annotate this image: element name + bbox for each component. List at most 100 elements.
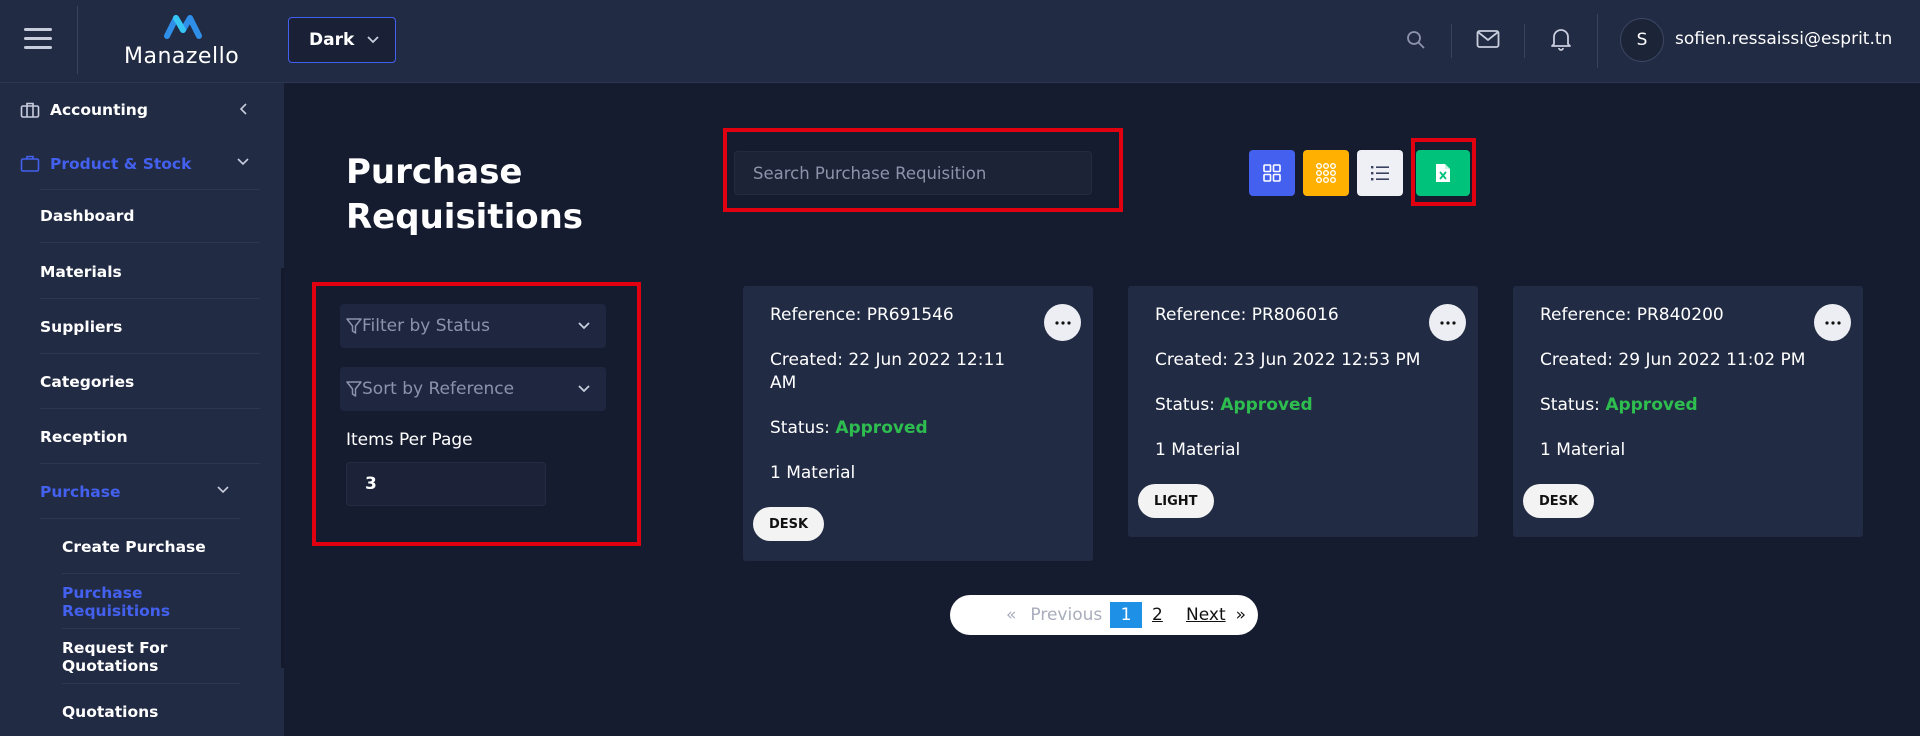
card-status: Status: Approved <box>770 418 928 438</box>
avatar[interactable]: S <box>1620 18 1664 62</box>
pagination-page-2[interactable]: 2 <box>1152 595 1163 635</box>
card-materials: 1 Material <box>770 463 856 483</box>
card-reference: Reference: PR691546 <box>770 305 954 325</box>
apps-icon <box>1316 163 1336 183</box>
chevron-down-icon <box>237 158 249 166</box>
sidebar-item-label: Reception <box>40 427 128 446</box>
export-excel-button[interactable] <box>1416 150 1470 196</box>
sidebar-item-label: Categories <box>40 372 135 391</box>
top-header: Manazello Dark S sofien.ressaissi@esprit… <box>0 0 1920 83</box>
chevron-down-icon <box>217 486 229 494</box>
card-created: Created: 22 Jun 2022 12:11 <box>770 350 1006 370</box>
mail-icon[interactable] <box>1476 29 1500 49</box>
card-reference: Reference: PR840200 <box>1540 305 1724 325</box>
bell-icon[interactable] <box>1550 27 1572 51</box>
more-options-button[interactable] <box>1429 304 1466 341</box>
filter-icon <box>346 381 362 397</box>
chevron-down-icon <box>578 385 590 393</box>
sidebar-item-label: Accounting <box>50 101 148 119</box>
search-icon[interactable] <box>1406 30 1426 50</box>
pagination-next-label: Next <box>1186 605 1226 625</box>
sidebar-item-materials[interactable]: Materials <box>40 245 260 299</box>
status-badge: Approved <box>1220 395 1313 415</box>
status-badge: Approved <box>1605 395 1698 415</box>
page-title-line-2: Requisitions <box>346 197 584 237</box>
more-icon <box>1054 320 1071 325</box>
sidebar-item-request-for-quotations[interactable]: Request For Quotations <box>62 630 240 684</box>
chevron-down-icon <box>578 322 590 330</box>
sidebar-item-label: Purchase <box>40 482 121 501</box>
more-options-button[interactable] <box>1044 304 1081 341</box>
sidebar-item-label: Product & Stock <box>50 155 192 173</box>
list-icon <box>1371 166 1389 181</box>
more-options-button[interactable] <box>1814 304 1851 341</box>
sidebar-item-label: Suppliers <box>40 317 123 336</box>
grid-view-button[interactable] <box>1249 150 1295 196</box>
header-divider <box>1597 14 1598 68</box>
apps-view-button[interactable] <box>1303 150 1349 196</box>
page-title-line-1: Purchase <box>346 152 523 192</box>
card-status-label: Status: <box>1540 395 1606 415</box>
sidebar-item-label: Quotations <box>62 703 159 721</box>
header-divider <box>1524 24 1525 58</box>
requisition-card[interactable]: Reference: PR806016 Created: 23 Jun 2022… <box>1128 286 1478 537</box>
sidebar-item-categories[interactable]: Categories <box>40 355 260 409</box>
sidebar-item-purchase-requisitions[interactable]: Purchase Requisitions <box>62 575 240 629</box>
sidebar-item-suppliers[interactable]: Suppliers <box>40 300 260 354</box>
card-created: Created: 29 Jun 2022 11:02 PM <box>1540 350 1806 370</box>
excel-icon <box>1436 164 1450 182</box>
sort-reference-select[interactable]: Sort by Reference <box>340 367 606 411</box>
pagination-next-symbol: » <box>1235 605 1247 625</box>
sidebar-scrollbar[interactable] <box>281 268 284 668</box>
theme-select-value: Dark <box>309 30 355 50</box>
more-icon <box>1439 320 1456 325</box>
sidebar-item-accounting[interactable]: Accounting <box>20 83 260 137</box>
sidebar-item-dashboard[interactable]: Dashboard <box>40 189 260 243</box>
sort-reference-label: Sort by Reference <box>362 379 515 399</box>
chevron-down-icon <box>367 36 379 44</box>
pagination-previous[interactable]: « Previous <box>1006 595 1102 635</box>
sidebar-item-reception[interactable]: Reception <box>40 410 260 464</box>
header-divider <box>77 6 78 74</box>
logo[interactable]: Manazello <box>120 10 250 70</box>
theme-select[interactable]: Dark <box>288 17 396 63</box>
sidebar-item-product-stock[interactable]: Product & Stock <box>20 137 260 191</box>
sidebar-item-quotations[interactable]: Quotations <box>62 685 240 736</box>
items-per-page-input[interactable] <box>346 462 546 506</box>
status-badge: Approved <box>835 418 928 438</box>
pagination-next[interactable]: Next » <box>1186 595 1246 635</box>
list-view-button[interactable] <box>1357 150 1403 196</box>
requisition-card[interactable]: Reference: PR840200 Created: 29 Jun 2022… <box>1513 286 1863 537</box>
filter-panel: Filter by Status Sort by Reference Items… <box>316 285 636 545</box>
material-tag: DESK <box>1523 484 1595 518</box>
pagination-page-1[interactable]: 1 <box>1110 602 1142 628</box>
card-reference: Reference: PR806016 <box>1155 305 1339 325</box>
sidebar: Accounting Product & Stock Dashboard Mat… <box>0 83 284 736</box>
requisition-card[interactable]: Reference: PR691546 Created: 22 Jun 2022… <box>743 286 1093 561</box>
pagination: « Previous 1 2 Next » <box>950 595 1258 635</box>
card-created-continued: AM <box>770 373 797 393</box>
card-status: Status: Approved <box>1540 395 1698 415</box>
status-filter-select[interactable]: Filter by Status <box>340 304 606 348</box>
user-email[interactable]: sofien.ressaissi@esprit.tn <box>1675 29 1892 49</box>
sidebar-item-create-purchase[interactable]: Create Purchase <box>62 520 240 574</box>
pagination-previous-label: Previous <box>1030 605 1103 625</box>
search-input[interactable] <box>734 151 1092 195</box>
material-tag: LIGHT <box>1138 484 1214 518</box>
card-materials: 1 Material <box>1155 440 1241 460</box>
chevron-left-icon <box>239 103 247 115</box>
cube-icon <box>20 155 40 173</box>
card-status-label: Status: <box>1155 395 1221 415</box>
pagination-prev-symbol: « <box>1006 605 1017 625</box>
header-divider <box>1451 24 1452 58</box>
material-tag: DESK <box>753 507 825 541</box>
sidebar-item-purchase[interactable]: Purchase <box>40 465 240 519</box>
menu-icon[interactable] <box>24 28 52 50</box>
card-status: Status: Approved <box>1155 395 1313 415</box>
sidebar-item-label: Request For Quotations <box>62 638 168 675</box>
card-materials: 1 Material <box>1540 440 1626 460</box>
filter-icon <box>346 318 362 334</box>
avatar-initial: S <box>1636 30 1648 50</box>
sidebar-item-label: Create Purchase <box>62 537 206 556</box>
sidebar-item-label: Purchase Requisitions <box>62 583 171 620</box>
